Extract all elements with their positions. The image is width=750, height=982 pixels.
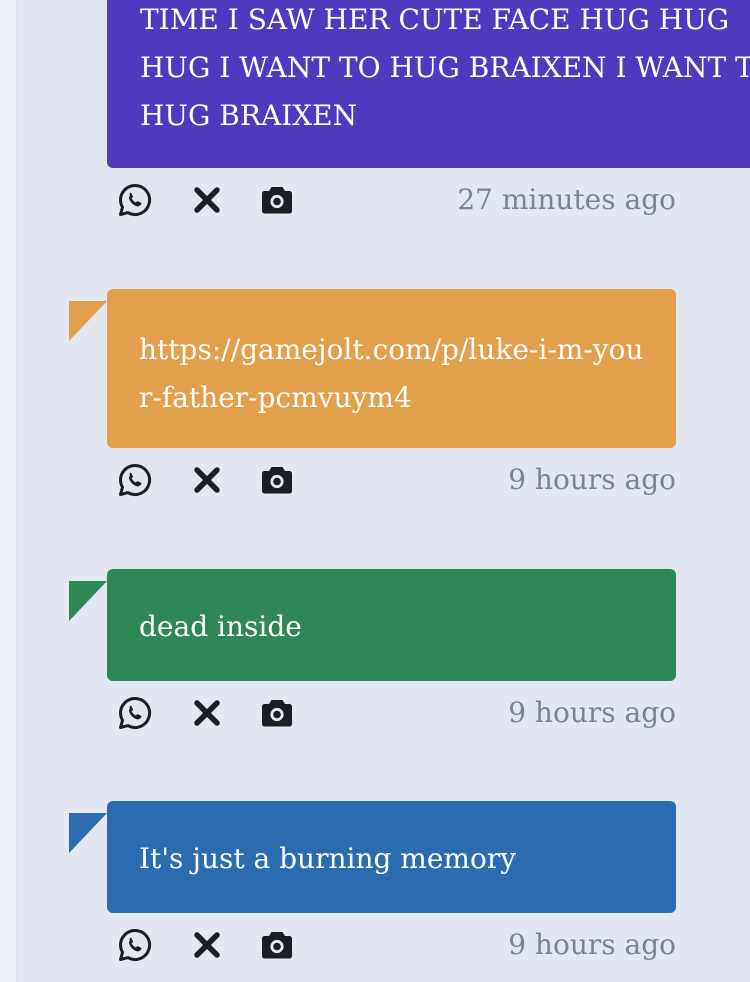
camera-icon[interactable] (259, 695, 295, 731)
bubble-tail (69, 813, 107, 853)
message-bubble: dead inside (69, 569, 676, 681)
post-card: TIME I SAW HER CUTE FACE HUG HUG HUG I W… (107, 0, 750, 238)
bubble-tail (69, 581, 107, 621)
message-text: It's just a burning memory (139, 842, 517, 875)
message-bubble: TIME I SAW HER CUTE FACE HUG HUG HUG I W… (107, 0, 750, 168)
camera-icon[interactable] (259, 462, 295, 498)
message-text: TIME I SAW HER CUTE FACE HUG HUG HUG I W… (140, 3, 750, 132)
post-timestamp: 9 hours ago (508, 463, 676, 496)
post-card: It's just a burning memory 9 hours ago (69, 801, 676, 982)
whatsapp-icon[interactable] (117, 695, 153, 731)
whatsapp-icon[interactable] (117, 462, 153, 498)
whatsapp-icon[interactable] (117, 182, 153, 218)
x-icon[interactable] (189, 182, 225, 218)
message-bubble: https://gamejolt.com/p/luke-i-m-your-fat… (69, 289, 676, 448)
camera-icon[interactable] (259, 927, 295, 963)
camera-icon[interactable] (259, 182, 295, 218)
bubble-tail (69, 301, 107, 341)
post-timestamp: 9 hours ago (508, 696, 676, 729)
feed-panel: TIME I SAW HER CUTE FACE HUG HUG HUG I W… (16, 0, 750, 982)
x-icon[interactable] (189, 695, 225, 731)
post-actions: 27 minutes ago (107, 178, 676, 238)
post-timestamp: 27 minutes ago (457, 183, 676, 216)
post-timestamp: 9 hours ago (508, 928, 676, 961)
post-actions: 9 hours ago (107, 691, 676, 751)
message-link[interactable]: https://gamejolt.com/p/luke-i-m-your-fat… (139, 326, 644, 422)
post-actions: 9 hours ago (107, 458, 676, 518)
whatsapp-icon[interactable] (117, 927, 153, 963)
message-bubble: It's just a burning memory (69, 801, 676, 913)
message-text: dead inside (139, 610, 302, 643)
x-icon[interactable] (189, 462, 225, 498)
post-card: https://gamejolt.com/p/luke-i-m-your-fat… (69, 289, 676, 518)
post-actions: 9 hours ago (107, 923, 676, 982)
x-icon[interactable] (189, 927, 225, 963)
post-card: dead inside 9 hours ago (69, 569, 676, 751)
